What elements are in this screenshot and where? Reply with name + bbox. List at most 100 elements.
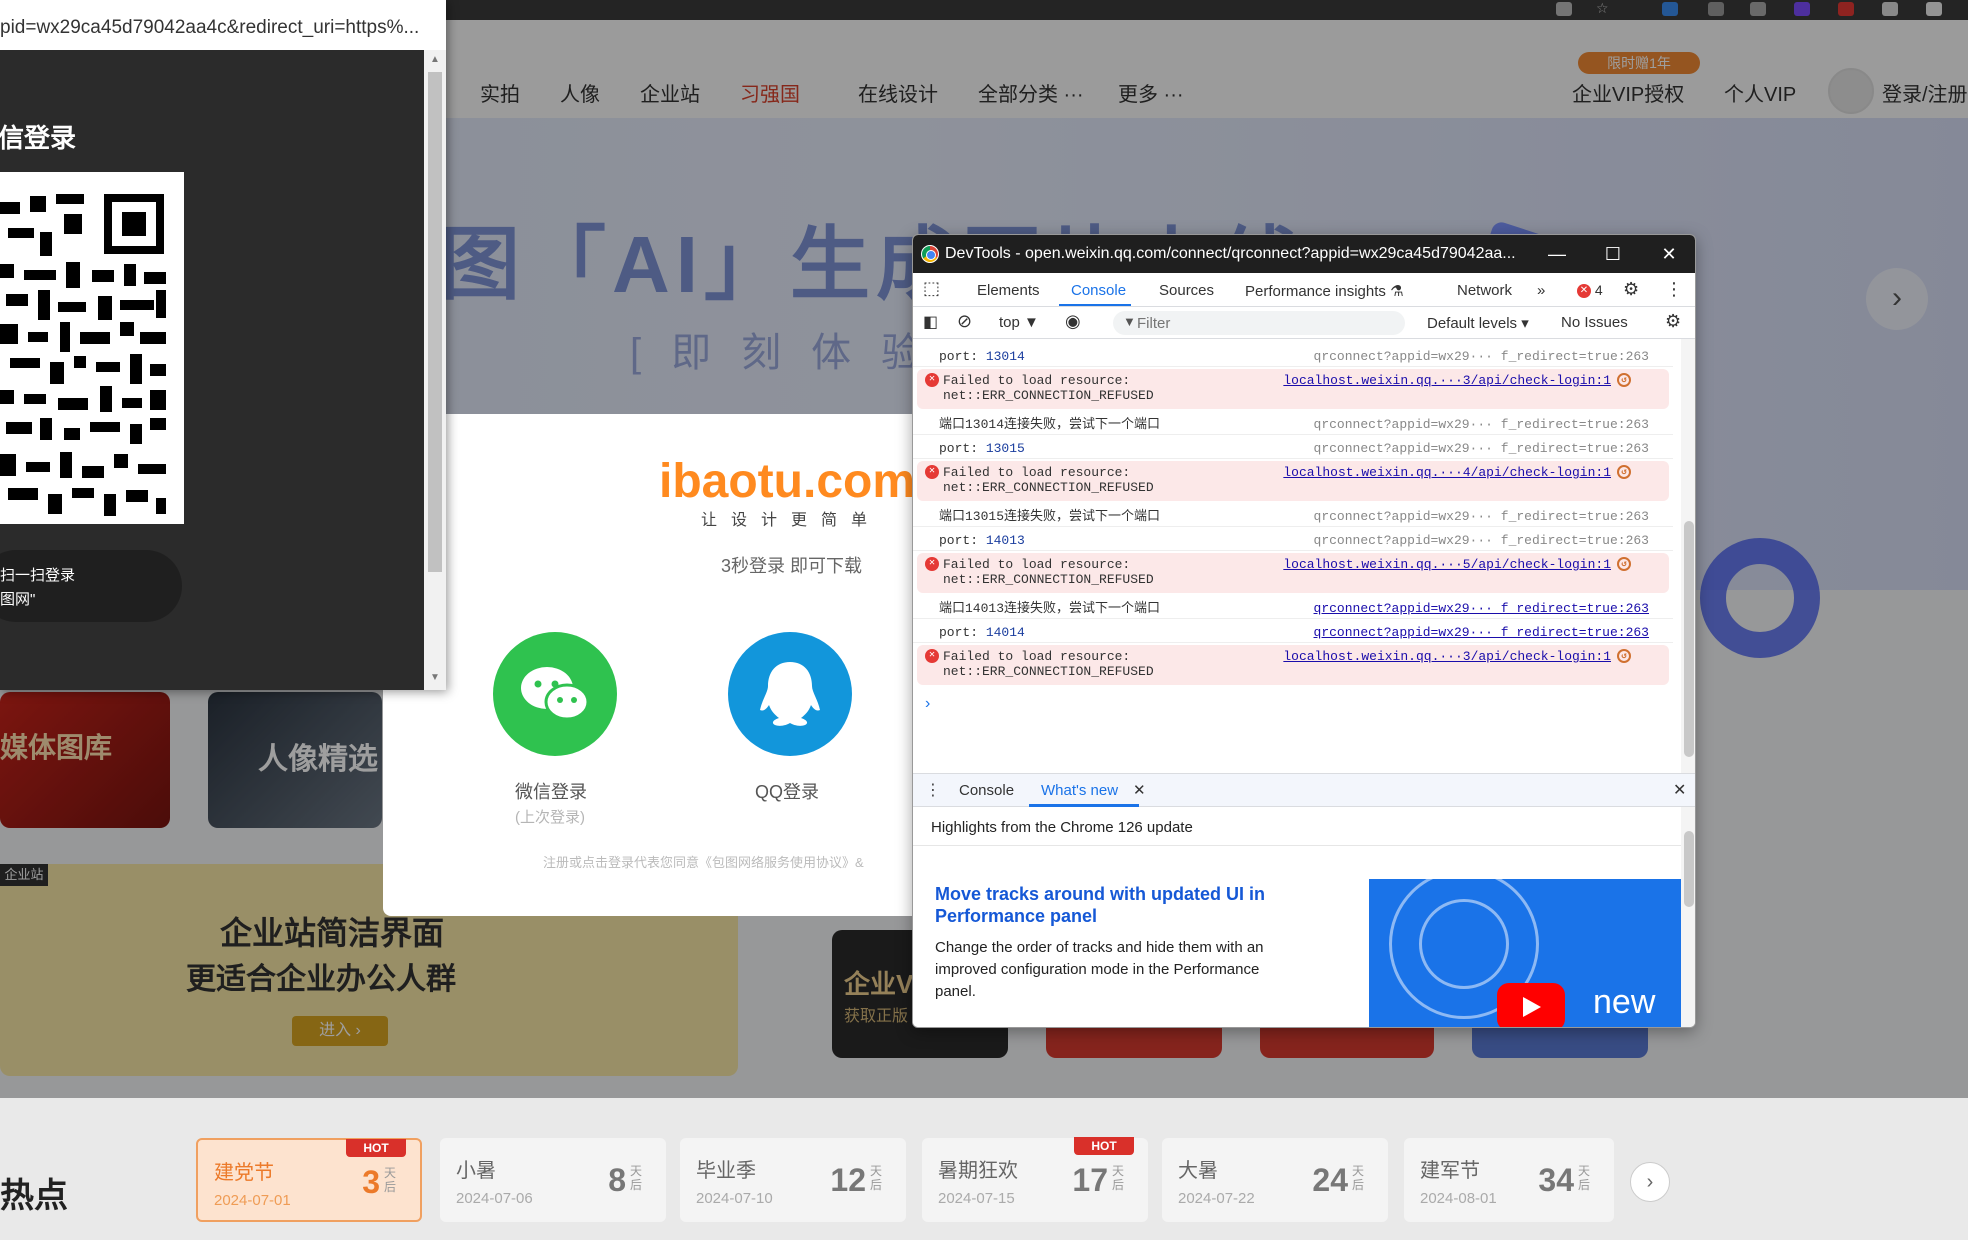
kebab-menu-icon[interactable]: ⋮ (1665, 279, 1683, 300)
log-source-link[interactable]: qrconnect?appid=wx29··· f_redirect=true:… (1314, 601, 1649, 616)
log-levels-dropdown[interactable]: Default levels ▾ (1427, 314, 1529, 332)
clear-console-icon[interactable]: ⊘ (957, 311, 972, 332)
qq-login-button[interactable] (728, 632, 852, 756)
error-source-link[interactable]: localhost.weixin.qq.···3/api/check-login… (1283, 649, 1611, 664)
console-row[interactable]: port: 13014 qrconnect?appid=wx29··· f_re… (913, 345, 1673, 367)
qq-penguin-icon (760, 662, 820, 726)
console-error-row[interactable]: ✕ Failed to load resource: net::ERR_CONNE… (917, 645, 1669, 685)
error-line1: Failed to load resource: (943, 373, 1131, 388)
scroll-up-arrow-icon[interactable]: ▲ (430, 54, 440, 65)
error-source-link[interactable]: localhost.weixin.qq.···5/api/check-login… (1283, 557, 1611, 572)
whats-new-feature-link[interactable]: Move tracks around with updated UI in Pe… (935, 883, 1275, 927)
tab-console[interactable]: Console (1071, 282, 1126, 299)
devtools-titlebar[interactable]: DevTools - open.weixin.qq.com/connect/qr… (913, 235, 1695, 273)
console-row[interactable]: 端口13015连接失败，尝试下一个端口 qrconnect?appid=wx29… (913, 505, 1673, 527)
last-login-note: (上次登录) (515, 809, 585, 826)
holiday-name: 暑期狂欢 (938, 1160, 1018, 1182)
sidebar-toggle-icon[interactable]: ◧ (923, 312, 938, 332)
drawer-menu-icon[interactable]: ⋮ (925, 780, 941, 800)
console-prompt-icon[interactable]: › (925, 695, 930, 713)
minimize-icon[interactable]: — (1529, 235, 1585, 273)
tab-network[interactable]: Network (1457, 282, 1512, 299)
console-settings-icon[interactable]: ⚙ (1665, 311, 1681, 332)
holiday-name: 小暑 (456, 1160, 496, 1182)
console-row[interactable]: port: 14014 qrconnect?appid=wx29··· f_re… (913, 621, 1673, 643)
more-tabs-icon[interactable]: » (1537, 282, 1545, 299)
live-expression-eye-icon[interactable]: ◉ (1065, 311, 1081, 332)
network-request-icon[interactable]: ↺ (1617, 465, 1631, 479)
holiday-days-unit: 天后 (870, 1164, 883, 1192)
close-tab-icon[interactable]: ✕ (1133, 781, 1146, 799)
holiday-item[interactable]: 小暑 2024-07-06 8 天后 (440, 1138, 666, 1222)
holiday-date: 2024-08-01 (1420, 1190, 1497, 1207)
error-source-link[interactable]: localhost.weixin.qq.···4/api/check-login… (1283, 465, 1611, 480)
network-request-icon[interactable]: ↺ (1617, 557, 1631, 571)
log-source-link[interactable]: qrconnect?appid=wx29··· f_redirect=true:… (1314, 349, 1649, 364)
error-line2: net::ERR_CONNECTION_REFUSED (943, 388, 1154, 403)
hot-badge: HOT (1074, 1137, 1134, 1155)
holiday-item[interactable]: 建军节 2024-08-01 34 天后 (1404, 1138, 1614, 1222)
console-row[interactable]: port: 14013 qrconnect?appid=wx29··· f_re… (913, 529, 1673, 551)
error-line1: Failed to load resource: (943, 557, 1131, 572)
chrome-logo-icon (921, 245, 939, 263)
drawer-scrollbar-thumb[interactable] (1684, 831, 1694, 907)
console-error-row[interactable]: ✕ Failed to load resource: net::ERR_CONNE… (917, 461, 1669, 501)
qq-login-label: QQ登录 (755, 782, 820, 802)
inspect-element-icon[interactable]: ⬚ (923, 278, 940, 299)
console-error-row[interactable]: ✕ Failed to load resource: net::ERR_CONNE… (917, 553, 1669, 593)
log-source-link[interactable]: qrconnect?appid=wx29··· f_redirect=true:… (1314, 441, 1649, 456)
holiday-date: 2024-07-10 (696, 1190, 773, 1207)
error-line1: Failed to load resource: (943, 465, 1131, 480)
issues-button[interactable]: No Issues (1561, 314, 1628, 331)
hot-strip-next-button[interactable]: › (1630, 1162, 1670, 1202)
error-count-badge[interactable]: ✕ 4 (1577, 282, 1603, 299)
holiday-name: 建军节 (1420, 1160, 1480, 1182)
console-filter-input[interactable] (1113, 311, 1405, 335)
decor-circle (1419, 899, 1509, 989)
console-scrollbar-thumb[interactable] (1684, 521, 1694, 757)
tab-performance-insights[interactable]: Performance insights ⚗ (1245, 282, 1404, 300)
wechat-login-button[interactable] (493, 632, 617, 756)
console-row[interactable]: 端口14013连接失败，尝试下一个端口 qrconnect?appid=wx29… (913, 597, 1673, 619)
log-source-link[interactable]: qrconnect?appid=wx29··· f_redirect=true:… (1314, 417, 1649, 432)
popup-scrollbar-thumb[interactable] (428, 72, 442, 572)
console-error-row[interactable]: ✕ Failed to load resource: net::ERR_CONNE… (917, 369, 1669, 409)
log-source-link[interactable]: qrconnect?appid=wx29··· f_redirect=true:… (1314, 625, 1649, 640)
drawer-tab-console[interactable]: Console (959, 782, 1014, 799)
drawer-tabbar: ⋮ Console What's new ✕ ✕ (913, 773, 1695, 807)
settings-gear-icon[interactable]: ⚙ (1623, 279, 1639, 300)
popup-url-bar[interactable]: pid=wx29ca45d79042aa4c&redirect_uri=http… (0, 0, 446, 50)
tab-elements[interactable]: Elements (977, 282, 1040, 299)
log-source-link[interactable]: qrconnect?appid=wx29··· f_redirect=true:… (1314, 509, 1649, 524)
console-row[interactable]: 端口13014连接失败，尝试下一个端口 qrconnect?appid=wx29… (913, 413, 1673, 435)
highlights-heading: Highlights from the Chrome 126 update (931, 819, 1193, 836)
holiday-days-unit: 天后 (384, 1166, 397, 1194)
close-icon[interactable]: ✕ (1641, 235, 1695, 273)
network-request-icon[interactable]: ↺ (1617, 649, 1631, 663)
close-drawer-icon[interactable]: ✕ (1673, 780, 1686, 800)
holiday-date: 2024-07-06 (456, 1190, 533, 1207)
console-row[interactable]: port: 13015 qrconnect?appid=wx29··· f_re… (913, 437, 1673, 459)
error-icon: ✕ (1577, 284, 1591, 299)
holiday-item[interactable]: HOT 暑期狂欢 2024-07-15 17 天后 (922, 1137, 1148, 1222)
error-source-link[interactable]: localhost.weixin.qq.···3/api/check-login… (1283, 373, 1611, 388)
maximize-icon[interactable]: ☐ (1585, 235, 1641, 273)
holiday-item[interactable]: 大暑 2024-07-22 24 天后 (1162, 1138, 1388, 1222)
network-request-icon[interactable]: ↺ (1617, 373, 1631, 387)
error-line2: net::ERR_CONNECTION_REFUSED (943, 480, 1154, 495)
holiday-item[interactable]: 毕业季 2024-07-10 12 天后 (680, 1138, 906, 1222)
agreement-text[interactable]: 注册或点击登录代表您同意《包图网络服务使用协议》& (543, 852, 864, 871)
youtube-play-icon[interactable] (1497, 983, 1565, 1027)
scroll-down-arrow-icon[interactable]: ▼ (430, 672, 440, 683)
whats-new-video-thumbnail[interactable]: new (1369, 879, 1681, 1027)
holiday-item[interactable]: HOT 建党节 2024-07-01 3 天后 (196, 1138, 422, 1222)
logo-slogan: 让设计更简单 (701, 512, 882, 529)
holiday-days: 24 (1312, 1162, 1348, 1198)
holiday-name: 建党节 (214, 1162, 274, 1184)
holiday-name: 毕业季 (696, 1160, 756, 1182)
log-label: 端口14013连接失败，尝试下一个端口 (939, 601, 1161, 616)
log-source-link[interactable]: qrconnect?appid=wx29··· f_redirect=true:… (1314, 533, 1649, 548)
tab-sources[interactable]: Sources (1159, 282, 1214, 299)
drawer-tab-whats-new[interactable]: What's new (1041, 782, 1118, 799)
context-selector[interactable]: top ▼ (999, 314, 1039, 331)
